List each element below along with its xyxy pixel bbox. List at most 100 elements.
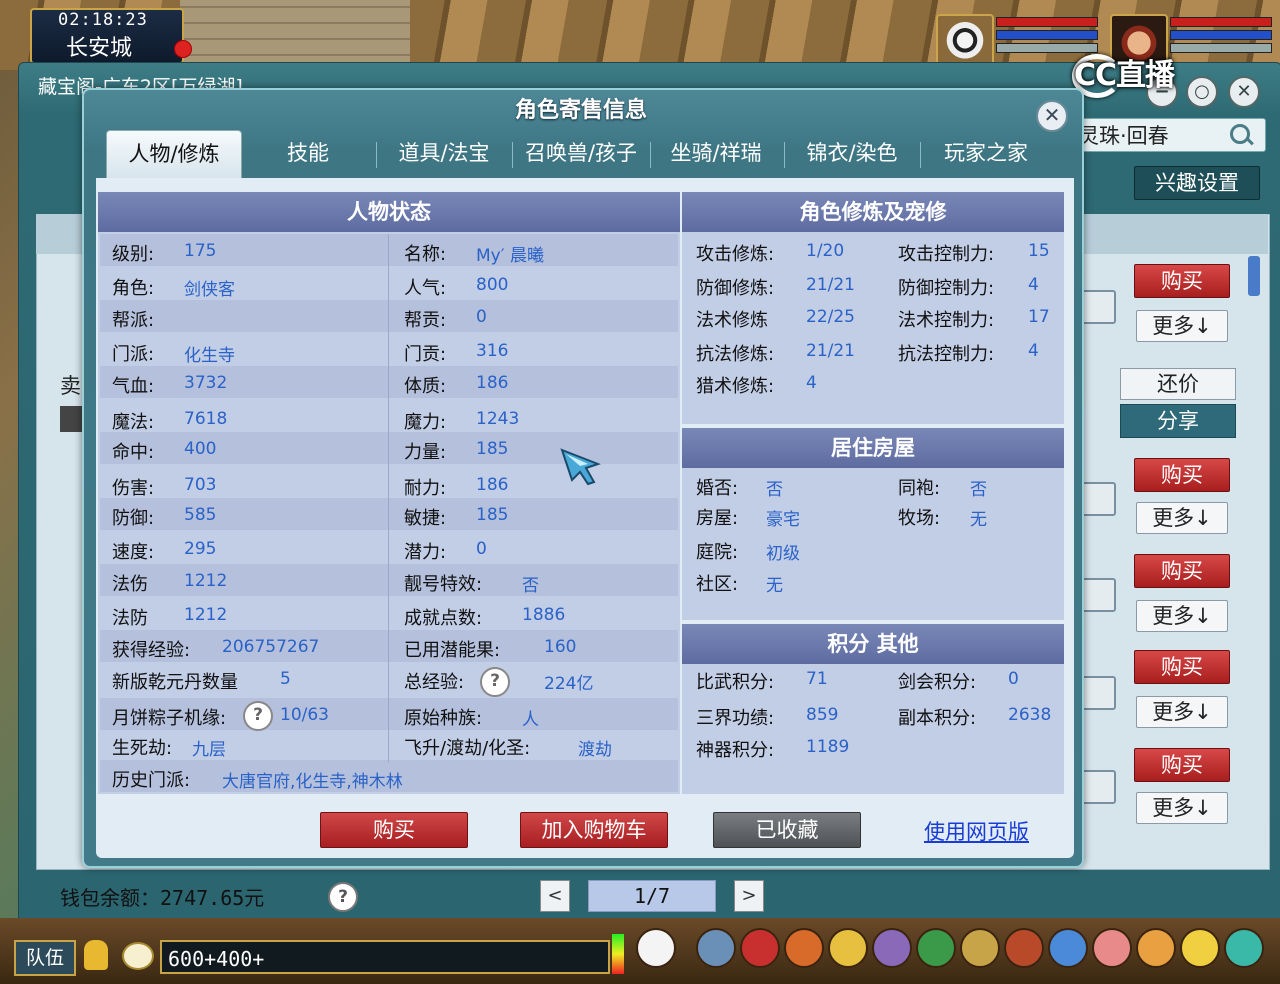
- status-value: 10/63: [280, 705, 329, 725]
- status-label: 体质:: [404, 376, 447, 397]
- tab-summons[interactable]: 召唤兽/孩子: [518, 130, 644, 176]
- add-to-cart-button[interactable]: 加入购物车: [520, 812, 668, 848]
- close-icon[interactable]: ✕: [1228, 76, 1260, 108]
- game-clock: 02:18:23: [58, 10, 148, 30]
- chat-bubble-icon[interactable]: [122, 942, 154, 970]
- give-icon[interactable]: [784, 928, 824, 968]
- favorited-button[interactable]: 已收藏: [713, 812, 861, 848]
- cultivation-value: 1/20: [806, 241, 845, 261]
- status-label: 防御:: [112, 508, 155, 529]
- status-label: 法防: [112, 608, 148, 629]
- status-value: 185: [476, 505, 509, 525]
- listing-buy-button[interactable]: 购买: [1134, 264, 1230, 298]
- listing-buy-button[interactable]: 购买: [1134, 748, 1230, 782]
- attack-icon[interactable]: [696, 928, 736, 968]
- listing-scrollbar[interactable]: [1248, 256, 1260, 296]
- system-icon[interactable]: [1224, 928, 1264, 968]
- points-value: 71: [806, 669, 828, 689]
- points-value: 859: [806, 705, 839, 725]
- buy-button[interactable]: 购买: [320, 812, 468, 848]
- housing-label: 婚否:: [696, 478, 739, 499]
- tab-character[interactable]: 人物/修炼: [106, 130, 242, 179]
- mooncake-help-icon[interactable]: ?: [243, 701, 273, 731]
- points-value: 0: [1008, 669, 1019, 689]
- listing-more-button[interactable]: 更多↓: [1136, 502, 1228, 534]
- status-label: 伤害:: [112, 478, 155, 499]
- status-value: 703: [184, 475, 217, 495]
- status-label: 敏捷:: [404, 508, 447, 529]
- housing-header: 居住房屋: [682, 428, 1064, 468]
- pet-hp-bar: [996, 17, 1098, 27]
- location-name: 长安城: [66, 36, 133, 61]
- tab-skills[interactable]: 技能: [246, 130, 370, 176]
- pet-shortcut-icon[interactable]: [636, 928, 676, 968]
- listing-more-button[interactable]: 更多↓: [1136, 696, 1228, 728]
- status-label: 总经验:: [404, 672, 465, 693]
- player-status-bars: [1170, 14, 1272, 68]
- status-label: 魔力:: [404, 412, 447, 433]
- trade-icon[interactable]: [828, 928, 868, 968]
- status-value: 九层: [192, 740, 226, 760]
- player-anger-bar: [1170, 43, 1272, 53]
- help-icon[interactable]: ?: [328, 882, 358, 912]
- dialog-close-button[interactable]: ✕: [1036, 100, 1068, 132]
- tab-mounts[interactable]: 坐骑/祥瑞: [654, 130, 778, 176]
- cultivation-label: 抗法修炼:: [696, 344, 775, 365]
- status-label: 新版乾元丹数量: [112, 672, 238, 693]
- status-value: 大唐官府,化生寺,神木林: [222, 772, 403, 792]
- status-label: 成就点数:: [404, 608, 483, 629]
- microphone-icon[interactable]: [84, 940, 108, 970]
- quest-icon[interactable]: [960, 928, 1000, 968]
- tab-outfits[interactable]: 锦衣/染色: [790, 130, 914, 176]
- cultivation-value: 15: [1028, 241, 1050, 261]
- points-header: 积分 其他: [682, 624, 1064, 664]
- handshake-icon[interactable]: [1136, 928, 1176, 968]
- status-label: 人气:: [404, 278, 447, 299]
- cultivation-value: 21/21: [806, 275, 855, 295]
- web-version-link[interactable]: 使用网页版: [924, 816, 1029, 846]
- team-icon[interactable]: [872, 928, 912, 968]
- interest-settings-button[interactable]: 兴趣设置: [1134, 166, 1260, 200]
- status-label: 生死劫:: [112, 738, 173, 759]
- settings-icon[interactable]: ○: [1186, 76, 1218, 108]
- prev-page-button[interactable]: <: [540, 880, 570, 912]
- tab-separator: [650, 142, 651, 168]
- share-button[interactable]: 分享: [1120, 404, 1236, 438]
- listing-buy-button[interactable]: 购买: [1134, 458, 1230, 492]
- chat-input[interactable]: 600+400+: [160, 940, 610, 974]
- guild-icon[interactable]: [1004, 928, 1044, 968]
- status-label: 气血:: [112, 376, 155, 397]
- status-value: 185: [476, 439, 509, 459]
- team-button[interactable]: 队伍: [14, 940, 76, 976]
- status-value: 剑侠客: [184, 280, 235, 300]
- search-icon[interactable]: [1230, 124, 1250, 144]
- counter-offer-button[interactable]: 还价: [1120, 368, 1236, 400]
- next-page-button[interactable]: >: [734, 880, 764, 912]
- pet-mp-bar: [996, 30, 1098, 40]
- search-input-value: 灵珠·回春: [1078, 124, 1169, 148]
- listing-buy-button[interactable]: 购买: [1134, 554, 1230, 588]
- total-exp-help-icon[interactable]: ?: [480, 667, 510, 697]
- status-label: 耐力:: [404, 478, 447, 499]
- status-value: 186: [476, 373, 509, 393]
- smiley-icon[interactable]: [1180, 928, 1220, 968]
- listing-more-button[interactable]: 更多↓: [1136, 792, 1228, 824]
- inventory-icon[interactable]: [740, 928, 780, 968]
- tab-player-home[interactable]: 玩家之家: [926, 130, 1046, 176]
- side-tab[interactable]: [60, 406, 84, 432]
- listing-more-button[interactable]: 更多↓: [1136, 600, 1228, 632]
- listing-buy-button[interactable]: 购买: [1134, 650, 1230, 684]
- tab-items[interactable]: 道具/法宝: [382, 130, 506, 176]
- status-value: 1212: [184, 605, 228, 625]
- status-value: 175: [184, 241, 217, 261]
- friend-icon[interactable]: [1092, 928, 1132, 968]
- cultivation-value: 21/21: [806, 341, 855, 361]
- tab-separator: [784, 142, 785, 168]
- cultivation-value: 17: [1028, 307, 1050, 327]
- pet-icon[interactable]: [916, 928, 956, 968]
- status-value: 224亿: [544, 674, 594, 694]
- skill-icon[interactable]: [1048, 928, 1088, 968]
- housing-label: 房屋:: [696, 508, 739, 529]
- dialog-title: 角色寄售信息: [514, 98, 647, 123]
- listing-more-button[interactable]: 更多↓: [1136, 310, 1228, 342]
